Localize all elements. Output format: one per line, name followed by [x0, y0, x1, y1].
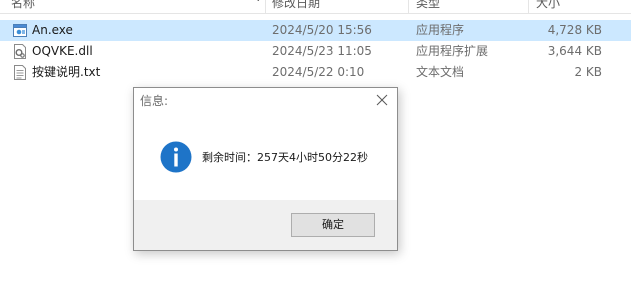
column-header: 名称 ∨ 修改日期 类型 大小	[0, 0, 631, 14]
file-name: OQVKE.dll	[32, 44, 93, 58]
sort-arrow-icon: ∨	[255, 0, 262, 6]
dialog-title: 信息:	[140, 94, 169, 108]
file-size: 3,644 KB	[547, 44, 602, 58]
column-divider[interactable]	[265, 0, 266, 13]
column-size-header[interactable]: 大小	[536, 0, 560, 13]
column-name-header[interactable]: 名称	[11, 0, 35, 13]
file-name: An.exe	[32, 23, 73, 37]
ok-button[interactable]: 确定	[291, 213, 375, 237]
file-row[interactable]: An.exe 2024/5/20 15:56 应用程序 4,728 KB	[0, 20, 631, 41]
message-dialog: 信息: 剩余时间：257天4小时50分22秒 确定	[133, 87, 398, 251]
exe-icon	[13, 24, 27, 37]
file-size: 4,728 KB	[547, 23, 602, 37]
dll-icon	[14, 44, 26, 59]
dialog-body: 剩余时间：257天4小时50分22秒	[134, 118, 397, 200]
dialog-message: 剩余时间：257天4小时50分22秒	[202, 151, 368, 164]
column-type-header[interactable]: 类型	[416, 0, 440, 13]
column-divider[interactable]	[408, 0, 409, 13]
file-name: 按键说明.txt	[32, 65, 101, 79]
file-type: 文本文档	[416, 65, 465, 79]
file-row[interactable]: OQVKE.dll 2024/5/23 11:05 应用程序扩展 3,644 K…	[0, 41, 631, 62]
file-type: 应用程序扩展	[416, 44, 489, 58]
column-divider[interactable]	[528, 0, 529, 13]
close-icon[interactable]	[374, 92, 390, 108]
txt-icon	[14, 65, 26, 80]
file-type: 应用程序	[416, 23, 465, 37]
info-icon	[160, 141, 192, 173]
file-modified: 2024/5/23 11:05	[272, 44, 372, 58]
file-size: 2 KB	[574, 65, 602, 79]
file-modified: 2024/5/22 0:10	[272, 65, 365, 79]
file-row[interactable]: 按键说明.txt 2024/5/22 0:10 文本文档 2 KB	[0, 62, 631, 83]
file-modified: 2024/5/20 15:56	[272, 23, 372, 37]
dialog-footer: 确定	[134, 200, 397, 250]
column-modified-header[interactable]: 修改日期	[272, 0, 320, 13]
